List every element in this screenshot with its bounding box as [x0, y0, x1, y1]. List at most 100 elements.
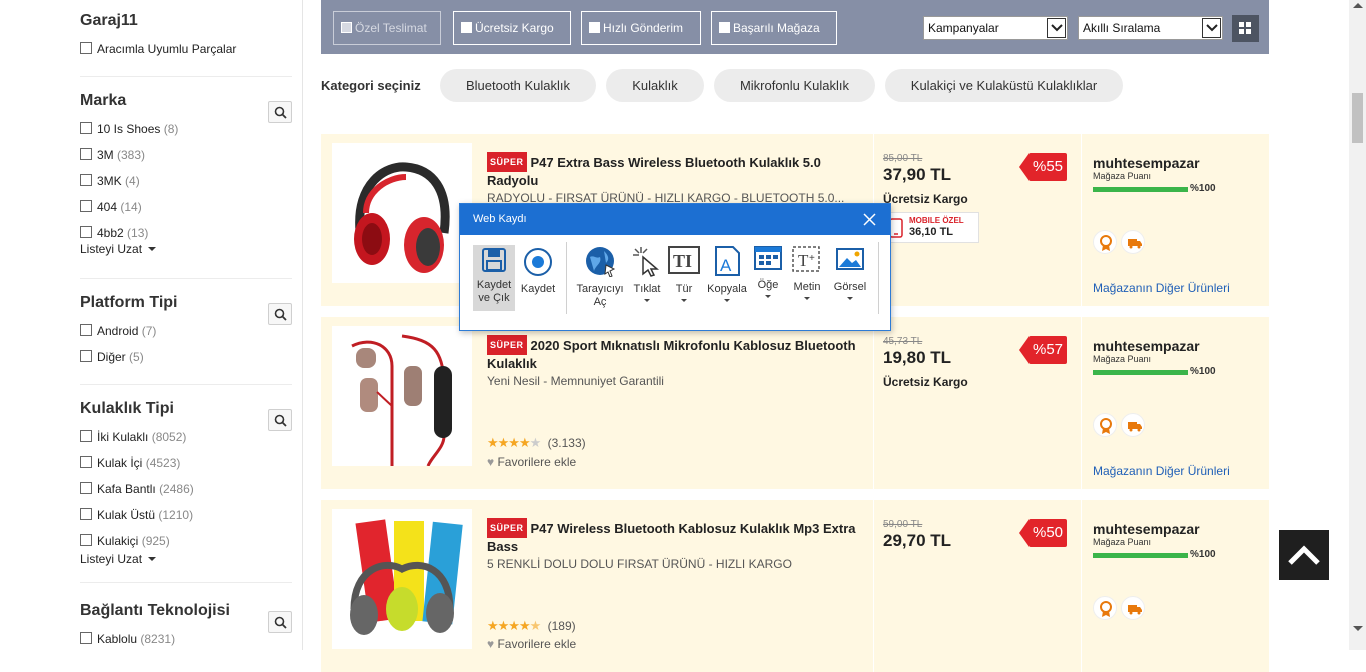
product-card[interactable]: SÜPER P47 Wireless Bluetooth Kablosuz Kul… [321, 500, 1269, 672]
product-title[interactable]: SÜPER 2020 Sport Mıknatıslı Mikrofonlu Ka… [487, 335, 867, 373]
product-details: SÜPER P47 Wireless Bluetooth Kablosuz Kul… [487, 518, 867, 571]
ucretsiz-kargo-checkbox[interactable]: Ücretsiz Kargo [453, 11, 571, 45]
image-icon [836, 248, 864, 270]
filter-option[interactable]: Kulak İçi (4523) [80, 456, 180, 470]
product-card[interactable]: SÜPER 2020 Sport Mıknatıslı Mikrofonlu Ka… [321, 317, 1269, 489]
checkbox[interactable] [461, 22, 472, 33]
filter-option[interactable]: 3M (383) [80, 148, 145, 162]
chevron-up-icon [1288, 545, 1320, 565]
checkbox[interactable] [341, 22, 352, 33]
heart-icon: ♥ [487, 637, 495, 651]
filter-option[interactable]: Kulak Üstü (1210) [80, 508, 193, 522]
image-button[interactable]: Görsel [830, 245, 870, 300]
checkbox[interactable] [80, 226, 92, 238]
product-details: SÜPER P47 Extra Bass Wireless Bluetooth K… [487, 152, 867, 205]
page-scrollbar[interactable] [1349, 0, 1366, 650]
store-name[interactable]: muhtesempazar [1093, 338, 1200, 354]
search-button[interactable] [268, 611, 292, 633]
store-score-label: Mağaza Puanı [1093, 354, 1152, 364]
search-icon [274, 308, 287, 321]
checkbox[interactable] [80, 122, 92, 134]
campaign-select[interactable]: Kampanyalar [923, 16, 1068, 40]
checkbox[interactable] [80, 430, 92, 442]
click-button[interactable]: Tıklat [628, 245, 666, 302]
checkbox[interactable] [80, 350, 92, 362]
record-button[interactable]: Kaydet [518, 245, 558, 296]
filter-option[interactable]: 3MK (4) [80, 174, 140, 188]
store-score-bar [1093, 187, 1188, 192]
filter-option[interactable]: 404 (14) [80, 200, 142, 214]
store-score-bar [1093, 370, 1188, 375]
filter-option[interactable]: İki Kulaklı (8052) [80, 430, 186, 444]
product-image[interactable] [332, 509, 472, 649]
search-button[interactable] [268, 303, 292, 325]
category-chip[interactable]: Mikrofonlu Kulaklık [714, 69, 875, 102]
sort-select[interactable]: Akıllı Sıralama [1078, 16, 1223, 40]
store-name[interactable]: muhtesempazar [1093, 155, 1200, 171]
element-icon [754, 246, 782, 270]
expand-list-link[interactable]: Listeyi Uzat [80, 552, 157, 566]
filter-section-kulaklik-tipi: Kulaklık Tipi İki Kulaklı (8052) Kulak İ… [80, 400, 292, 566]
scroll-down-arrow-icon[interactable] [1353, 626, 1363, 631]
product-subtitle: 5 RENKLİ DOLU DOLU FIRSAT ÜRÜNÜ - HIZLI … [487, 557, 792, 571]
filter-option[interactable]: Kafa Bantlı (2486) [80, 482, 194, 496]
caret-down-icon [148, 557, 157, 561]
checkbox[interactable] [80, 200, 92, 212]
price: 29,70 TL [883, 531, 952, 550]
mobile-price-box: MOBILE ÖZEL 36,10 TL [883, 212, 979, 243]
ozel-teslimat-checkbox[interactable]: Özel Teslimat [333, 11, 441, 45]
store-score-label: Mağaza Puanı [1093, 171, 1152, 181]
checkbox[interactable] [80, 456, 92, 468]
checkbox[interactable] [80, 42, 92, 54]
checkbox[interactable] [80, 508, 92, 520]
checkbox[interactable] [80, 174, 92, 186]
save-icon [482, 248, 506, 272]
type-button[interactable]: TI Tür [667, 245, 701, 302]
shipping-label: Ücretsiz Kargo [883, 375, 968, 389]
checkbox[interactable] [719, 22, 730, 33]
filter-option[interactable]: 10 Is Shoes (8) [80, 122, 178, 136]
checkbox[interactable] [80, 534, 92, 546]
grid-icon [1239, 22, 1244, 27]
element-button[interactable]: Öğe [752, 245, 784, 298]
checkbox[interactable] [80, 482, 92, 494]
expand-list-link[interactable]: Listeyi Uzat [80, 242, 157, 256]
store-other-products-link[interactable]: Mağazanın Diğer Ürünleri [1093, 281, 1230, 295]
filter-option[interactable]: Aracımla Uyumlu Parçalar [80, 42, 236, 56]
filter-option[interactable]: Kablolu (8231) [80, 632, 175, 646]
discount-badge: %55 [1019, 153, 1067, 181]
back-to-top-button[interactable] [1279, 530, 1329, 580]
product-image[interactable] [332, 326, 472, 467]
open-browser-button[interactable]: Tarayıcıyı Aç [574, 245, 626, 309]
search-button[interactable] [268, 409, 292, 431]
category-chip[interactable]: Kulaklık [606, 69, 704, 102]
basarili-magaza-checkbox[interactable]: Başarılı Mağaza [711, 11, 837, 45]
save-and-exit-button[interactable]: Kaydet ve Çık [473, 245, 515, 311]
scroll-up-arrow-icon[interactable] [1353, 3, 1363, 8]
checkbox[interactable] [80, 632, 92, 644]
copy-button[interactable]: A Kopyala [705, 245, 749, 302]
checkbox[interactable] [589, 22, 600, 33]
filter-option[interactable]: Kulakiçi (925) [80, 534, 170, 548]
close-icon[interactable] [863, 213, 876, 226]
filter-option[interactable]: 4bb2 (13) [80, 226, 148, 240]
text-button[interactable]: T + Metin [788, 245, 826, 300]
grid-view-button[interactable] [1232, 15, 1259, 42]
checkbox[interactable] [80, 148, 92, 160]
product-title[interactable]: SÜPER P47 Extra Bass Wireless Bluetooth K… [487, 152, 867, 190]
checkbox[interactable] [80, 324, 92, 336]
favorite-link[interactable]: ♥ Favorilere ekle [487, 637, 576, 651]
filter-option[interactable]: Diğer (5) [80, 350, 144, 364]
scrollbar-thumb[interactable] [1352, 93, 1363, 143]
store-other-products-link[interactable]: Mağazanın Diğer Ürünleri [1093, 464, 1230, 478]
favorite-link[interactable]: ♥ Favorilere ekle [487, 455, 576, 469]
filter-option[interactable]: Android (7) [80, 324, 156, 338]
hizli-gonderim-checkbox[interactable]: Hızlı Gönderim [581, 11, 701, 45]
category-chip[interactable]: Kulakiçi ve Kulaküstü Kulaklıklar [885, 69, 1123, 102]
search-button[interactable] [268, 101, 292, 123]
category-chip[interactable]: Bluetooth Kulaklık [440, 69, 596, 102]
store-name[interactable]: muhtesempazar [1093, 521, 1200, 537]
product-image[interactable] [332, 143, 472, 283]
price: 37,90 TL [883, 165, 952, 184]
product-title[interactable]: SÜPER P47 Wireless Bluetooth Kablosuz Kul… [487, 518, 867, 556]
